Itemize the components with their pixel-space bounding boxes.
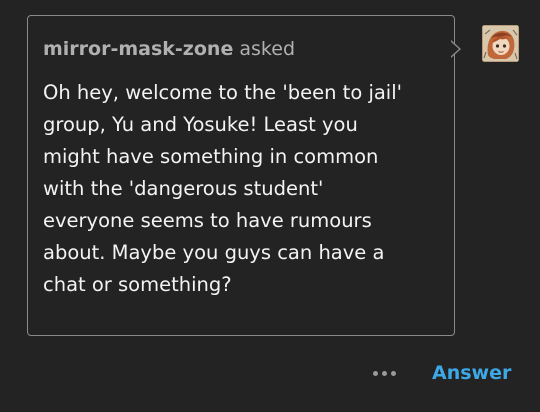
asker-avatar[interactable] [482, 25, 519, 62]
question-line: about. Maybe you guys can have a [43, 241, 385, 264]
ask-bubble: mirror-mask-zone asked Oh hey, welcome t… [27, 15, 455, 336]
avatar-image-icon [482, 25, 519, 62]
answer-button[interactable]: Answer [426, 360, 517, 386]
dot-icon [390, 370, 396, 376]
more-options-icon[interactable] [366, 363, 402, 383]
question-text: Oh hey, welcome to the 'been to jail' gr… [43, 77, 443, 301]
question-line: group, Yu and Yosuke! Least you [43, 113, 358, 136]
asker-name-link[interactable]: mirror-mask-zone [43, 38, 233, 60]
question-line: with the 'dangerous student' [43, 177, 324, 200]
asked-label: asked [239, 38, 296, 60]
question-line: Oh hey, welcome to the 'been to jail' [43, 81, 403, 104]
question-line: chat or something? [43, 273, 232, 296]
question-line: might have something in common [43, 145, 379, 168]
dot-icon [372, 370, 378, 376]
dot-icon [381, 370, 387, 376]
question-line: everyone seems to have rumours [43, 209, 372, 232]
asker-line: mirror-mask-zone asked [43, 36, 295, 62]
